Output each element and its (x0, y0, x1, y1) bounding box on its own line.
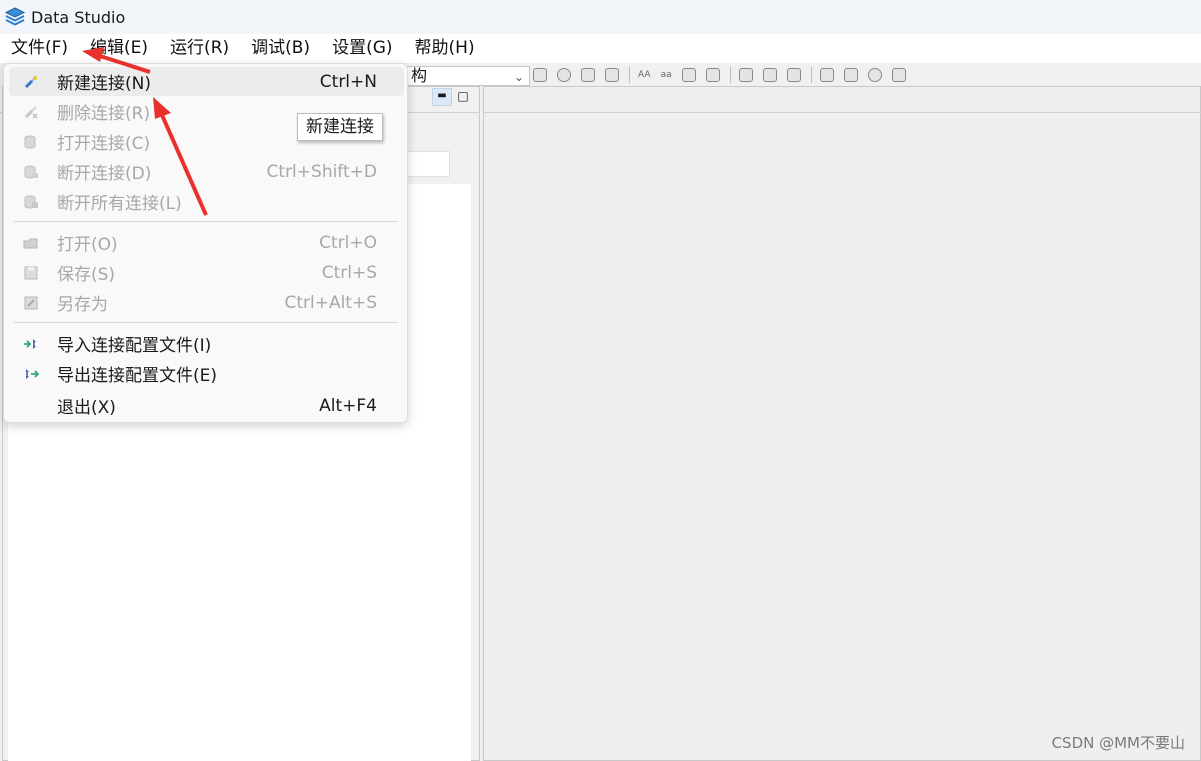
annotation-arrow-to-new-connection (153, 97, 208, 216)
annotation-arrows (82, 47, 208, 216)
watermark: CSDN @MM不要山 (1051, 734, 1185, 752)
annotation-arrow-to-file-menu (82, 47, 151, 74)
